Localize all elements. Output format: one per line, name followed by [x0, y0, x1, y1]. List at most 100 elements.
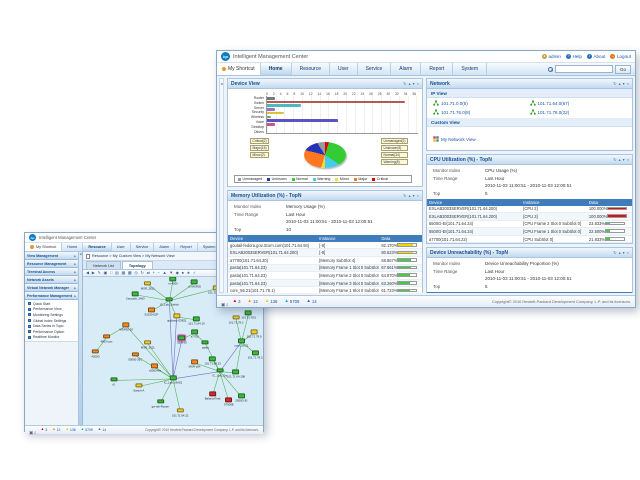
menu-item-user[interactable]: User	[330, 63, 358, 75]
topology-node-4200g[interactable]: 4200G	[91, 349, 99, 358]
left-collapse-strip[interactable]: ◂	[219, 78, 224, 293]
topology-node-switch-a[interactable]: Switch-A	[133, 383, 144, 392]
sidebar-group-resource-management[interactable]: Resource Management▸	[25, 260, 78, 268]
toolbar-icon-12[interactable]: −	[158, 271, 160, 275]
close-icon[interactable]: ×	[417, 82, 419, 86]
refresh-icon[interactable]: ↻	[403, 82, 406, 86]
toolbar-icon-0[interactable]: ◀	[86, 271, 89, 275]
expand-icon[interactable]: ▾	[413, 194, 415, 198]
topology-node-5500g-ei[interactable]: 5500G-EI	[235, 393, 247, 402]
topology-node-r5[interactable]: r5	[110, 377, 117, 386]
sidebar-item-realtime-monitor[interactable]: Realtime Monitor	[25, 335, 78, 341]
topology-node-rx-4500[interactable]: rx-4500	[168, 277, 177, 285]
sidebar-group-terminal-access[interactable]: Terminal Access▸	[25, 268, 78, 276]
menu-item-home[interactable]: Home	[261, 63, 292, 75]
my-shortcut-button[interactable]: My Shortcut	[25, 243, 62, 251]
tab-topology[interactable]: Topology	[122, 261, 153, 269]
toolbar-icon-18[interactable]: ✓	[193, 271, 197, 275]
tab-network-list[interactable]: Network List	[86, 261, 121, 269]
menu-item-service[interactable]: Service	[358, 63, 392, 75]
expand-icon[interactable]: ▾	[623, 158, 625, 162]
menu-item-report[interactable]: Report	[175, 243, 197, 251]
ip-view-link[interactable]: 101.71.0.0(5)	[433, 100, 530, 107]
alarm-count-major[interactable]: ▲12	[52, 428, 60, 432]
table-row[interactable]: pasta(101.71.64.23)[Memory Frame 1 Slot …	[228, 264, 422, 272]
sidebar-group-virtual-network-manager[interactable]: Virtual Network Manager▸	[25, 284, 78, 292]
alarm-count-major[interactable]: ▲12	[248, 299, 258, 304]
refresh-icon[interactable]: ↻	[403, 194, 406, 198]
toolbar-icon-16[interactable]: ●	[182, 271, 185, 275]
table-row[interactable]: core_56.21(101.71.78.1)[Memory Frame 1 S…	[228, 287, 422, 293]
topology-node-cascade_sw3[interactable]: Cascade_SW3	[126, 291, 145, 300]
topology-node-balancetrak[interactable]: BalanceTrak	[205, 392, 221, 401]
topology-node-101.71.64.22[interactable]: 101.71.64.22	[172, 408, 188, 417]
alarm-count-unknown[interactable]: ▲14	[306, 299, 316, 304]
sound-icon[interactable]: ♫	[225, 302, 228, 307]
search-input[interactable]	[555, 65, 613, 73]
toolbar-icon-3[interactable]: ▣	[103, 271, 107, 275]
table-row[interactable]: EXLAB2003SERVER(101.71.64.200)[CPU 2]100…	[427, 206, 632, 213]
collapse-icon[interactable]: ▴	[619, 251, 621, 255]
alarm-count-warning[interactable]: ▲5709	[284, 299, 299, 304]
toolbar-icon-2[interactable]: ✎	[97, 271, 101, 275]
alarm-count-warning[interactable]: ▲5709	[81, 428, 93, 432]
refresh-icon[interactable]: ↻	[613, 82, 616, 86]
refresh-icon[interactable]: ↻	[613, 251, 616, 255]
sidebar-group-view-management[interactable]: View Management▸	[25, 252, 78, 260]
header-link-help[interactable]: ?Help	[566, 54, 582, 59]
alarm-count-minor[interactable]: ▲136	[65, 428, 75, 432]
expand-icon[interactable]: ▾	[623, 82, 625, 86]
topology-node-ic_lab_gw[interactable]: IC_Lab_Gw	[212, 368, 227, 377]
collapse-icon[interactable]: ▴	[619, 82, 621, 86]
topology-node-101.71.78.9[interactable]: 101.71.78.9	[247, 330, 262, 339]
table-row[interactable]: pasta(101.71.64.23)[Memory Frame 2 Slot …	[228, 272, 422, 280]
toolbar-icon-6[interactable]: ▦	[121, 271, 125, 275]
menu-item-system[interactable]: System	[453, 63, 487, 75]
table-row[interactable]: EXLAB2003SERVER(101.71.64.200)[-9]80.523…	[228, 249, 422, 257]
menu-item-home[interactable]: Home	[62, 243, 83, 251]
ip-view-link[interactable]: 101.71.64.0(67)	[530, 100, 627, 107]
collapse-icon[interactable]: ▴	[619, 158, 621, 162]
topology-node-gw-lab-router[interactable]: gw-lab-Router	[152, 399, 170, 408]
toolbar-icon-10[interactable]: ⇄	[147, 271, 151, 275]
topology-node-msr_2011[interactable]: MSR_2011	[141, 340, 155, 349]
sidebar-group-performance-management[interactable]: Performance Management▸	[25, 292, 78, 300]
table-row[interactable]: goutail-fedora.gov.3com.com(101.71.64.94…	[228, 242, 422, 249]
close-icon[interactable]: ×	[417, 194, 419, 198]
topology-node-s5500-ws[interactable]: s5500-ws	[149, 364, 161, 373]
topology-node-101.71.78.5[interactable]: 101.71.78.5	[241, 311, 256, 320]
topology-node-4800-lan[interactable]: 4800-Lan	[100, 334, 112, 343]
sidebar-group-network-assets[interactable]: Network Assets▸	[25, 276, 78, 284]
menu-item-resource[interactable]: Resource	[83, 243, 111, 251]
toolbar-icon-14[interactable]: ▼	[169, 271, 173, 275]
toolbar-icon-4[interactable]: □	[110, 271, 113, 275]
topology-node-msr30-20[interactable]: MSR30-20	[120, 322, 133, 331]
toolbar-icon-15[interactable]: ◆	[176, 271, 179, 275]
menu-item-alarm[interactable]: Alarm	[391, 63, 421, 75]
topology-node-msr-p54[interactable]: MSR-p54	[189, 359, 201, 368]
alarm-count-minor[interactable]: ▲136	[265, 299, 278, 304]
topology-node-core_56.21[interactable]: core_56.21	[234, 339, 248, 348]
topology-node-s5600-26c[interactable]: S5600-26C	[128, 352, 142, 361]
topology-node-s3100-52p[interactable]: S3100-52P	[144, 308, 158, 317]
topology-node-msr_2621[interactable]: MSR_2621	[141, 281, 155, 290]
refresh-icon[interactable]: ↻	[613, 158, 616, 162]
menu-item-alarm[interactable]: Alarm	[154, 243, 175, 251]
topology-node-s7906e[interactable]: S7906E	[224, 398, 234, 407]
header-link-logout[interactable]: →Logout	[610, 54, 631, 59]
topology-node-ic_lab_nms2[interactable]: IC_Lab_NMS2	[164, 376, 182, 385]
topology-node-ic_lab_switch[interactable]: IC_Lab_Switch	[160, 297, 179, 306]
topology-node-a7700[interactable]: a7700	[191, 330, 199, 339]
toolbar-icon-9[interactable]: ↻	[141, 271, 145, 275]
header-link-about[interactable]: iAbout	[587, 54, 606, 59]
table-row[interactable]: 5500G-EI(101.71.64.24)[CPU Frame 2 Slot …	[427, 220, 632, 228]
close-icon[interactable]: ×	[627, 251, 629, 255]
table-row[interactable]: a7700(101.71.64.22)[CPU SubSlot 0]21.833…	[427, 235, 632, 243]
topology-node-pasta[interactable]: pasta	[202, 340, 209, 349]
toolbar-icon-1[interactable]: ▶	[92, 271, 95, 275]
table-row[interactable]: 5500G-EI(101.71.64.24)[CPU Frame 1 Slot …	[427, 228, 632, 236]
toolbar-icon-17[interactable]: ★	[187, 271, 191, 275]
close-icon[interactable]: ×	[627, 158, 629, 162]
toolbar-icon-13[interactable]: ▲	[162, 271, 166, 275]
ip-view-link[interactable]: 101.71.76.0(8)	[433, 109, 530, 116]
